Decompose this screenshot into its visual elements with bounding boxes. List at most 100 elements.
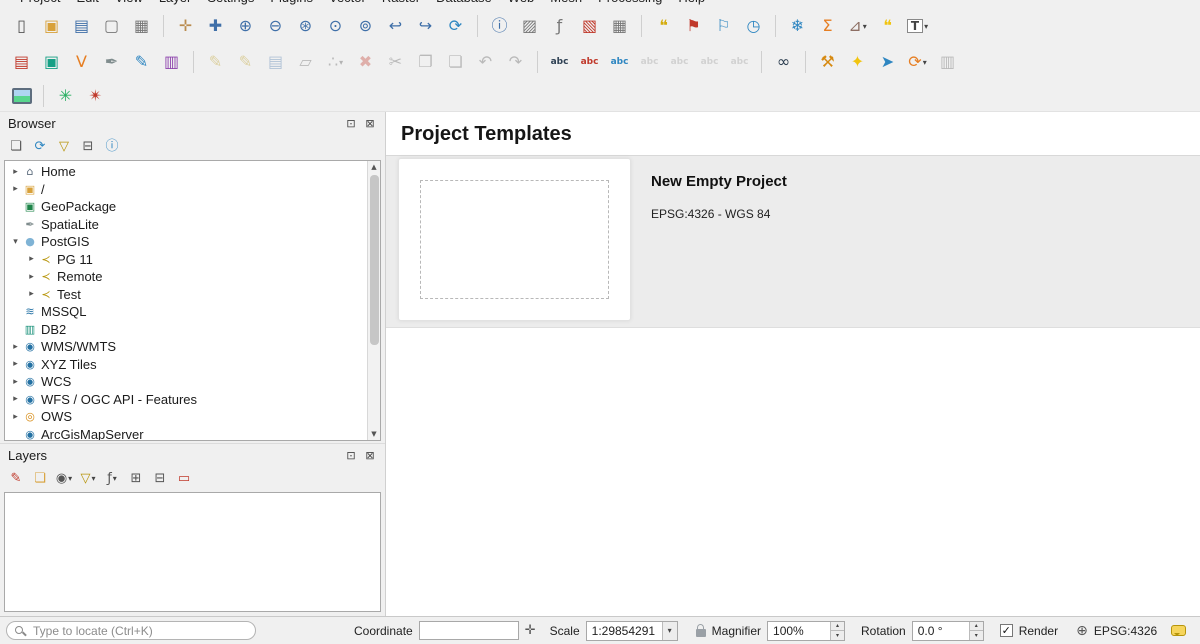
deselect-all-button[interactable]: ▧ [576, 13, 603, 40]
browser-close-icon[interactable]: ⊠ [363, 116, 377, 130]
sketch-tool-button[interactable]: ✦ [844, 49, 871, 76]
browser-item-[interactable]: ▸▣/ [5, 181, 367, 199]
refresh-browser-button[interactable]: ⟳ [30, 136, 50, 156]
expand-arrow-icon[interactable]: ▸ [9, 412, 22, 422]
text-annotation-button[interactable]: T▾ [904, 13, 931, 40]
new-shapefile-layer-button[interactable]: V [68, 49, 95, 76]
map-preview-button[interactable] [8, 82, 35, 109]
messages-icon[interactable] [1171, 625, 1186, 636]
zoom-out-button[interactable]: ⊖ [262, 13, 289, 40]
run-arrow-button[interactable]: ➤ [874, 49, 901, 76]
browser-item-db2[interactable]: ▥DB2 [5, 321, 367, 339]
scroll-down-icon[interactable]: ▼ [371, 428, 376, 440]
show-bookmarks-button[interactable]: ⚐ [710, 13, 737, 40]
scroll-up-icon[interactable]: ▲ [371, 161, 376, 173]
render-checkbox[interactable]: ✓ [1000, 624, 1013, 637]
browser-item-postgis[interactable]: ▾●PostGIS [5, 233, 367, 251]
binoculars-search-button[interactable]: ∞ [770, 49, 797, 76]
menu-layer[interactable]: Layer [151, 0, 200, 6]
layer-labeling-button[interactable]: abc [546, 49, 573, 76]
select-features-button[interactable]: ▨ [516, 13, 543, 40]
scrollbar-thumb[interactable] [370, 175, 379, 345]
layers-float-icon[interactable]: ⊡ [344, 448, 358, 462]
browser-item-pg-11[interactable]: ▸≺PG 11 [5, 251, 367, 269]
processing-toolbox-button[interactable]: ❄ [784, 13, 811, 40]
menu-web[interactable]: Web [500, 0, 543, 6]
layers-close-icon[interactable]: ⊠ [363, 448, 377, 462]
browser-item-spatialite[interactable]: ✒SpatiaLite [5, 216, 367, 234]
expand-arrow-icon[interactable]: ▸ [9, 167, 22, 177]
layer-diagram-button[interactable]: abc [576, 49, 603, 76]
new-virtual-layer-button[interactable]: ▥ [158, 49, 185, 76]
reload-plugin-button[interactable]: ⟳▾ [904, 49, 931, 76]
expand-all-button[interactable]: ⊞ [126, 468, 146, 488]
expand-arrow-icon[interactable]: ▸ [9, 359, 22, 369]
browser-item-ows[interactable]: ▸◎OWS [5, 408, 367, 426]
osm-tools-button[interactable]: ⚒ [814, 49, 841, 76]
browser-properties-button[interactable]: ⓘ [102, 136, 122, 156]
annotation-balloon-button[interactable]: ❝ [874, 13, 901, 40]
expand-arrow-icon[interactable]: ▸ [9, 377, 22, 387]
browser-item-arcgismapserver[interactable]: ◉ArcGisMapServer [5, 426, 367, 441]
browser-item-mssql[interactable]: ≋MSSQL [5, 303, 367, 321]
grass-tools-button[interactable]: ✳ [52, 82, 79, 109]
menu-view[interactable]: View [107, 0, 151, 6]
menu-mesh[interactable]: Mesh [542, 0, 590, 6]
crs-globe-icon[interactable]: ⊕ [1076, 623, 1088, 639]
layers-list-empty[interactable] [4, 492, 381, 612]
filter-browser-button[interactable]: ▽ [54, 136, 74, 156]
crs-label[interactable]: EPSG:4326 [1094, 624, 1157, 638]
magnifier-spinner[interactable]: 100% ▴ ▾ [767, 621, 845, 641]
menu-database[interactable]: Database [428, 0, 500, 6]
zoom-full-button[interactable]: ⊛ [292, 13, 319, 40]
grass-edit-button[interactable]: ✴ [82, 82, 109, 109]
zoom-last-button[interactable]: ↩ [382, 13, 409, 40]
expand-arrow-icon[interactable]: ▾ [9, 237, 22, 247]
map-tips-button[interactable]: ❝ [650, 13, 677, 40]
statistical-summary-button[interactable]: Σ [814, 13, 841, 40]
zoom-to-layer-button[interactable]: ⊚ [352, 13, 379, 40]
manage-map-themes-button[interactable]: ◉▾ [54, 468, 74, 488]
expand-arrow-icon[interactable]: ▸ [9, 342, 22, 352]
new-bookmark-button[interactable]: ⚑ [680, 13, 707, 40]
new-temporary-scratch-layer-button[interactable]: ✎ [128, 49, 155, 76]
new-project-button[interactable]: ▯ [8, 13, 35, 40]
filter-by-expression-button[interactable]: ƒ▾ [102, 468, 122, 488]
add-group-button[interactable]: ❏ [30, 468, 50, 488]
browser-item-geopackage[interactable]: ▣GeoPackage [5, 198, 367, 216]
spin-down-icon[interactable]: ▾ [831, 630, 844, 640]
menu-help[interactable]: Help [670, 0, 713, 6]
expand-arrow-icon[interactable]: ▸ [25, 254, 38, 264]
menu-edit[interactable]: Edit [68, 0, 106, 6]
browser-item-test[interactable]: ▸≺Test [5, 286, 367, 304]
browser-item-wms-wmts[interactable]: ▸◉WMS/WMTS [5, 338, 367, 356]
filter-legend-button[interactable]: ▽▾ [78, 468, 98, 488]
browser-item-wfs-ogc-api-features[interactable]: ▸◉WFS / OGC API - Features [5, 391, 367, 409]
coordinate-input[interactable] [419, 621, 519, 640]
browser-item-wcs[interactable]: ▸◉WCS [5, 373, 367, 391]
extent-icon[interactable]: ✛ [525, 623, 536, 638]
select-by-expression-button[interactable]: ƒ [546, 13, 573, 40]
template-thumbnail[interactable] [398, 158, 631, 321]
scale-dropdown-icon[interactable]: ▾ [662, 622, 677, 640]
menu-processing[interactable]: Processing [590, 0, 670, 6]
spin-up-icon[interactable]: ▴ [970, 622, 983, 631]
expand-arrow-icon[interactable]: ▸ [25, 289, 38, 299]
new-spatialite-layer-button[interactable]: ✒ [98, 49, 125, 76]
template-item[interactable]: New Empty Project EPSG:4326 - WGS 84 [386, 156, 1200, 328]
open-project-button[interactable]: ▣ [38, 13, 65, 40]
scale-combo[interactable]: 1:29854291 ▾ [586, 621, 678, 641]
new-print-layout-button[interactable]: ▢ [98, 13, 125, 40]
rotation-spinner[interactable]: 0.0 ° ▴ ▾ [912, 621, 984, 641]
pan-to-selection-button[interactable]: ✚ [202, 13, 229, 40]
browser-item-home[interactable]: ▸⌂Home [5, 163, 367, 181]
browser-item-remote[interactable]: ▸≺Remote [5, 268, 367, 286]
locator-input[interactable] [6, 621, 256, 640]
browser-float-icon[interactable]: ⊡ [344, 116, 358, 130]
refresh-map-button[interactable]: ⟳ [442, 13, 469, 40]
new-geopackage-layer-button[interactable]: ▣ [38, 49, 65, 76]
data-source-manager-button[interactable]: ▤ [8, 49, 35, 76]
zoom-to-selection-button[interactable]: ⊙ [322, 13, 349, 40]
zoom-in-button[interactable]: ⊕ [232, 13, 259, 40]
menu-project[interactable]: Project [12, 0, 68, 6]
